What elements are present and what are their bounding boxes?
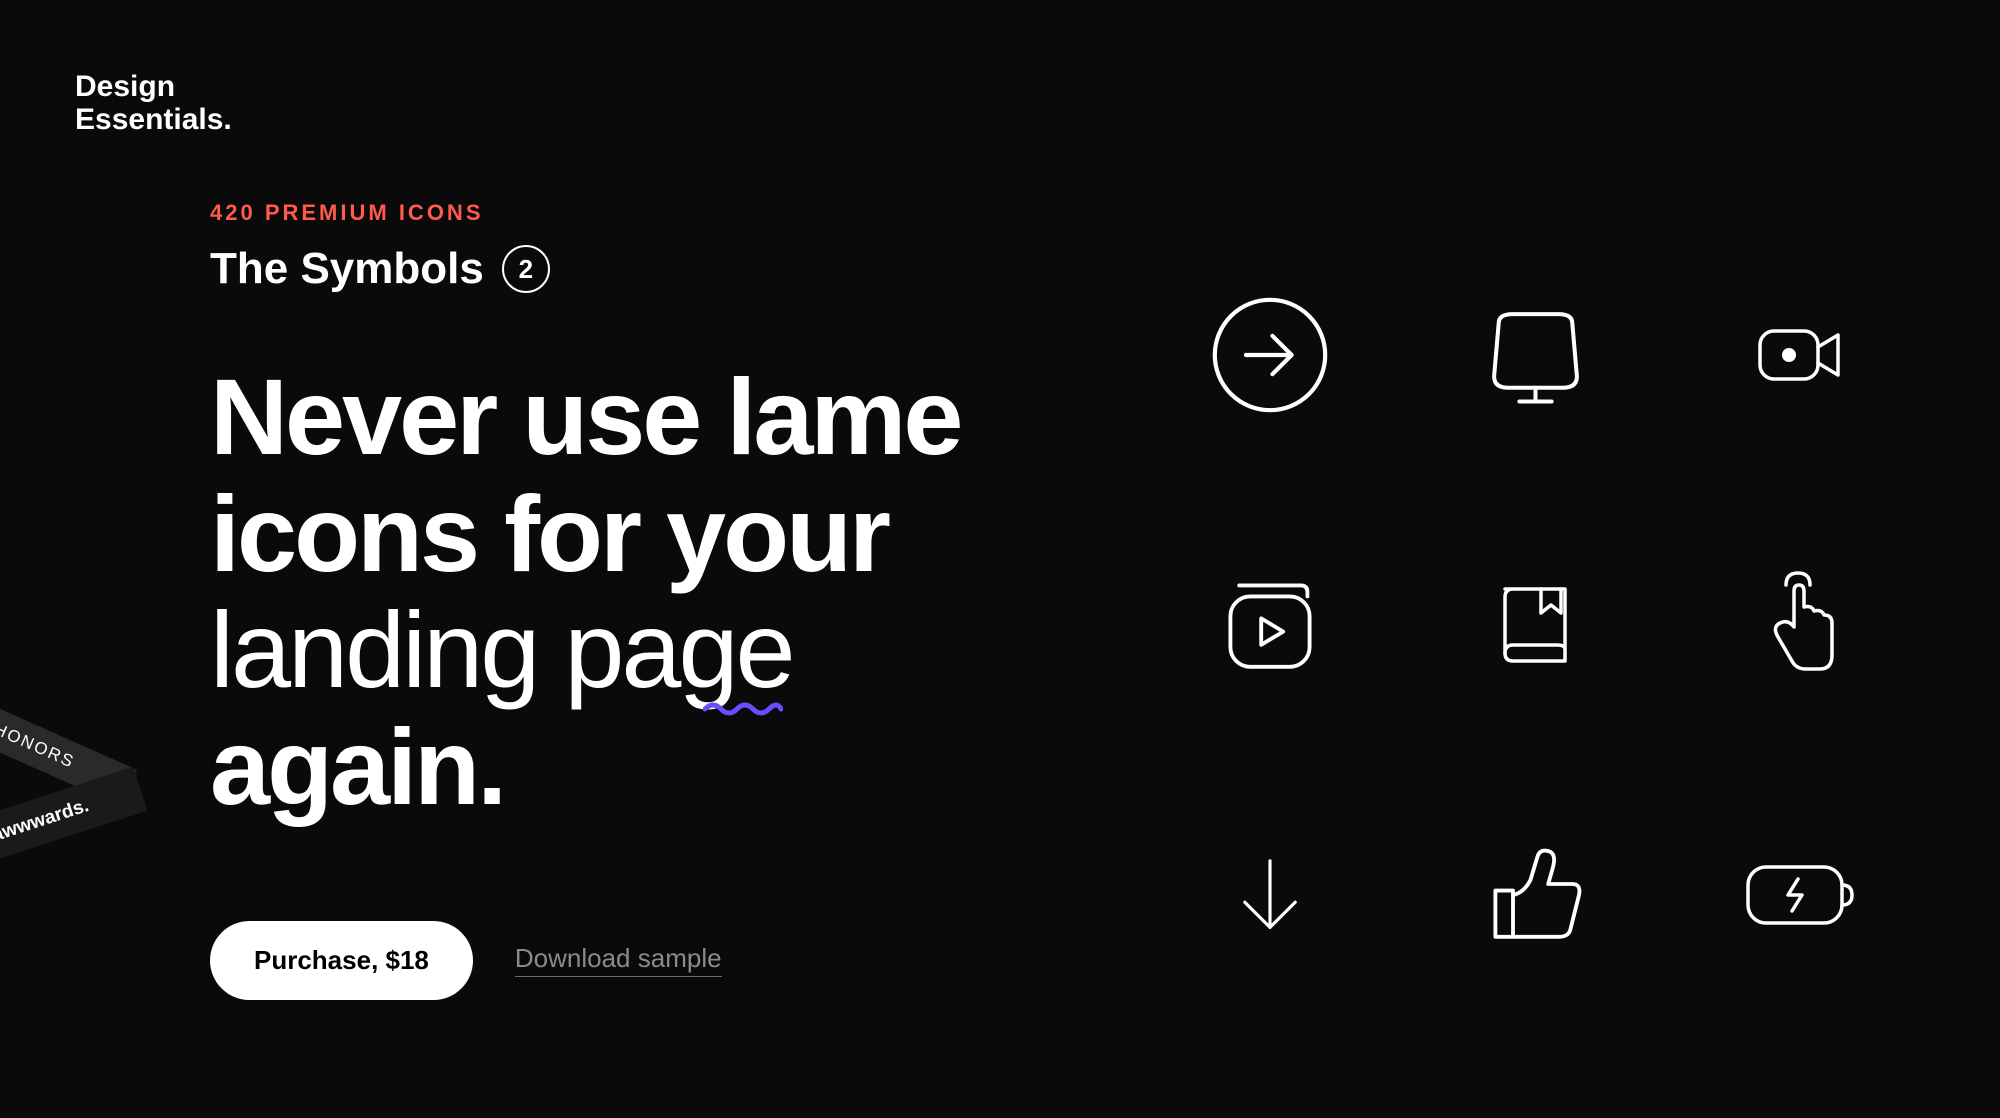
product-subtitle: The Symbols xyxy=(210,244,484,294)
hero-content: 420 PREMIUM ICONS The Symbols 2 Never us… xyxy=(210,200,961,1000)
headline: Never use lame icons for your landing pa… xyxy=(210,359,961,826)
battery-charging-icon xyxy=(1740,835,1860,955)
logo-line-2: Essentials. xyxy=(75,103,232,136)
awards-badge[interactable]: HONORS awwwards. xyxy=(0,700,150,860)
thumbs-up-icon xyxy=(1475,835,1595,955)
download-sample-link[interactable]: Download sample xyxy=(515,943,722,977)
squiggle-underline-icon xyxy=(703,699,783,717)
eyebrow-text: 420 PREMIUM ICONS xyxy=(210,200,961,226)
purchase-button[interactable]: Purchase, $18 xyxy=(210,921,473,1000)
arrow-down-icon xyxy=(1210,835,1330,955)
tap-finger-icon xyxy=(1740,565,1860,685)
brand-logo[interactable]: Design Essentials. xyxy=(75,70,232,136)
subtitle-row: The Symbols 2 xyxy=(210,244,961,294)
headline-line-4: again. xyxy=(210,709,961,826)
headline-line-1: Never use lame xyxy=(210,359,961,476)
icon-showcase-grid xyxy=(1210,295,1860,955)
headline-line-2: icons for your xyxy=(210,476,961,593)
video-camera-icon xyxy=(1740,295,1860,415)
cta-row: Purchase, $18 Download sample xyxy=(210,921,961,1000)
bookmark-book-icon xyxy=(1475,565,1595,685)
arrow-right-circle-icon xyxy=(1210,295,1330,415)
headline-line-3: landing page xyxy=(210,592,793,709)
logo-line-1: Design xyxy=(75,70,232,103)
version-badge: 2 xyxy=(502,245,550,293)
monitor-icon xyxy=(1475,295,1595,415)
play-stack-icon xyxy=(1210,565,1330,685)
